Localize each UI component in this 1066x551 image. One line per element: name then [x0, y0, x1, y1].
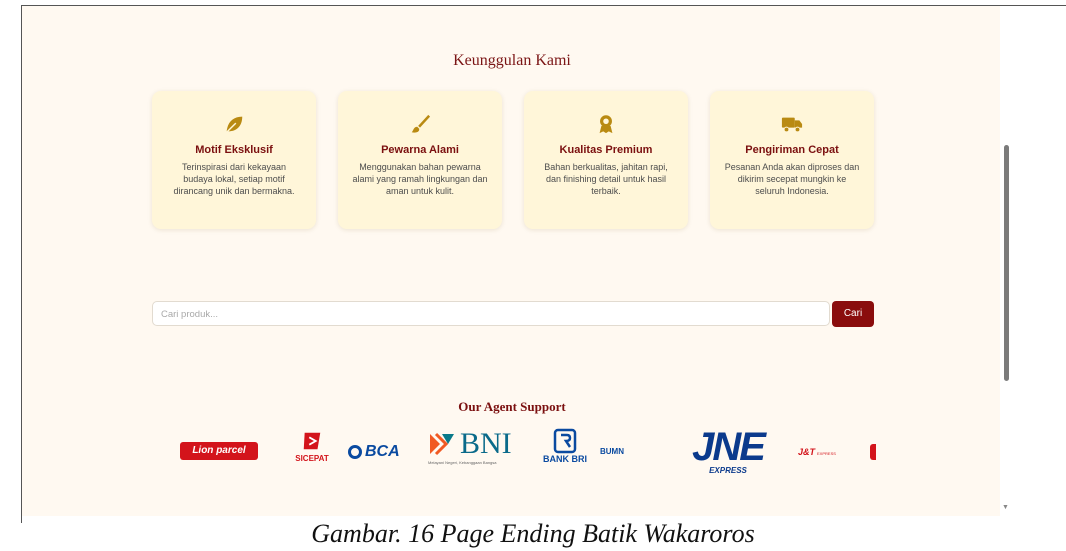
- bca-label: BCA: [365, 443, 400, 460]
- search-button[interactable]: Cari: [832, 301, 874, 327]
- jne-logo: JNE EXPRESS: [678, 425, 778, 478]
- jt-label: J&T: [798, 447, 816, 457]
- bni-tagline: Melayani Negeri, Kebanggaan Bangsa: [428, 460, 497, 465]
- bri-label: BANK BRI: [543, 454, 587, 464]
- bni-logo: BNI Melayani Negeri, Kebanggaan Bangsa: [428, 427, 538, 474]
- agent-support-title: Our Agent Support: [458, 399, 566, 414]
- search-input[interactable]: Cari produk...: [152, 301, 830, 326]
- sicepat-logo: SICEPAT: [292, 430, 332, 474]
- lion-parcel-logo: Lion parcel: [180, 442, 258, 460]
- leaf-icon: [152, 113, 316, 135]
- bri-symbol-icon: [553, 428, 577, 454]
- page-viewport: Keunggulan Kami Motif Eksklusif Terinspi…: [22, 6, 1002, 516]
- feature-title: Motif Eksklusif: [195, 144, 273, 156]
- feature-card: Kualitas Premium Bahan berkualitas, jahi…: [524, 91, 688, 229]
- figure-caption: Gambar. 16 Page Ending Batik Wakaroros: [311, 519, 755, 548]
- feature-description: Bahan berkualitas, jahitan rapi, dan fin…: [544, 162, 668, 196]
- jne-label: JNE: [692, 425, 766, 469]
- sicepat-label: SICEPAT: [295, 454, 329, 463]
- bni-symbol-icon: [430, 432, 454, 456]
- feature-card: Motif Eksklusif Terinspirasi dari kekaya…: [152, 91, 316, 229]
- jt-logo: J&T EXPRESS: [798, 447, 836, 457]
- jt-express-label: EXPRESS: [817, 451, 836, 456]
- bumn-logo: BUMN: [600, 447, 624, 456]
- section-title: Keunggulan Kami: [453, 52, 571, 69]
- award-icon: [524, 113, 688, 135]
- paintbrush-icon: [338, 113, 502, 135]
- feature-title: Pewarna Alami: [381, 144, 459, 156]
- feature-title: Pengiriman Cepat: [745, 144, 839, 156]
- bca-logo: BCA: [348, 442, 400, 462]
- feature-description: Menggunakan bahan pewarna alami yang ram…: [352, 162, 488, 196]
- feature-title: Kualitas Premium: [559, 144, 653, 156]
- bri-logo: BANK BRI: [542, 428, 588, 476]
- partial-logo-icon: [870, 444, 876, 460]
- scrollbar-thumb[interactable]: [1004, 145, 1009, 381]
- feature-card: Pewarna Alami Menggunakan bahan pewarna …: [338, 91, 502, 229]
- bca-symbol-icon: [348, 445, 362, 459]
- bni-label: BNI: [460, 427, 512, 460]
- feature-description: Pesanan Anda akan diproses dan dikirim s…: [724, 162, 860, 196]
- truck-icon: [710, 113, 874, 135]
- feature-description: Terinspirasi dari kekayaan budaya lokal,…: [173, 162, 295, 196]
- scroll-down-arrow-icon[interactable]: ▼: [1002, 504, 1009, 511]
- agent-logos: Lion parcel SICEPAT BCA BNI Melayani Neg…: [22, 422, 1002, 482]
- feature-card: Pengiriman Cepat Pesanan Anda akan dipro…: [710, 91, 874, 229]
